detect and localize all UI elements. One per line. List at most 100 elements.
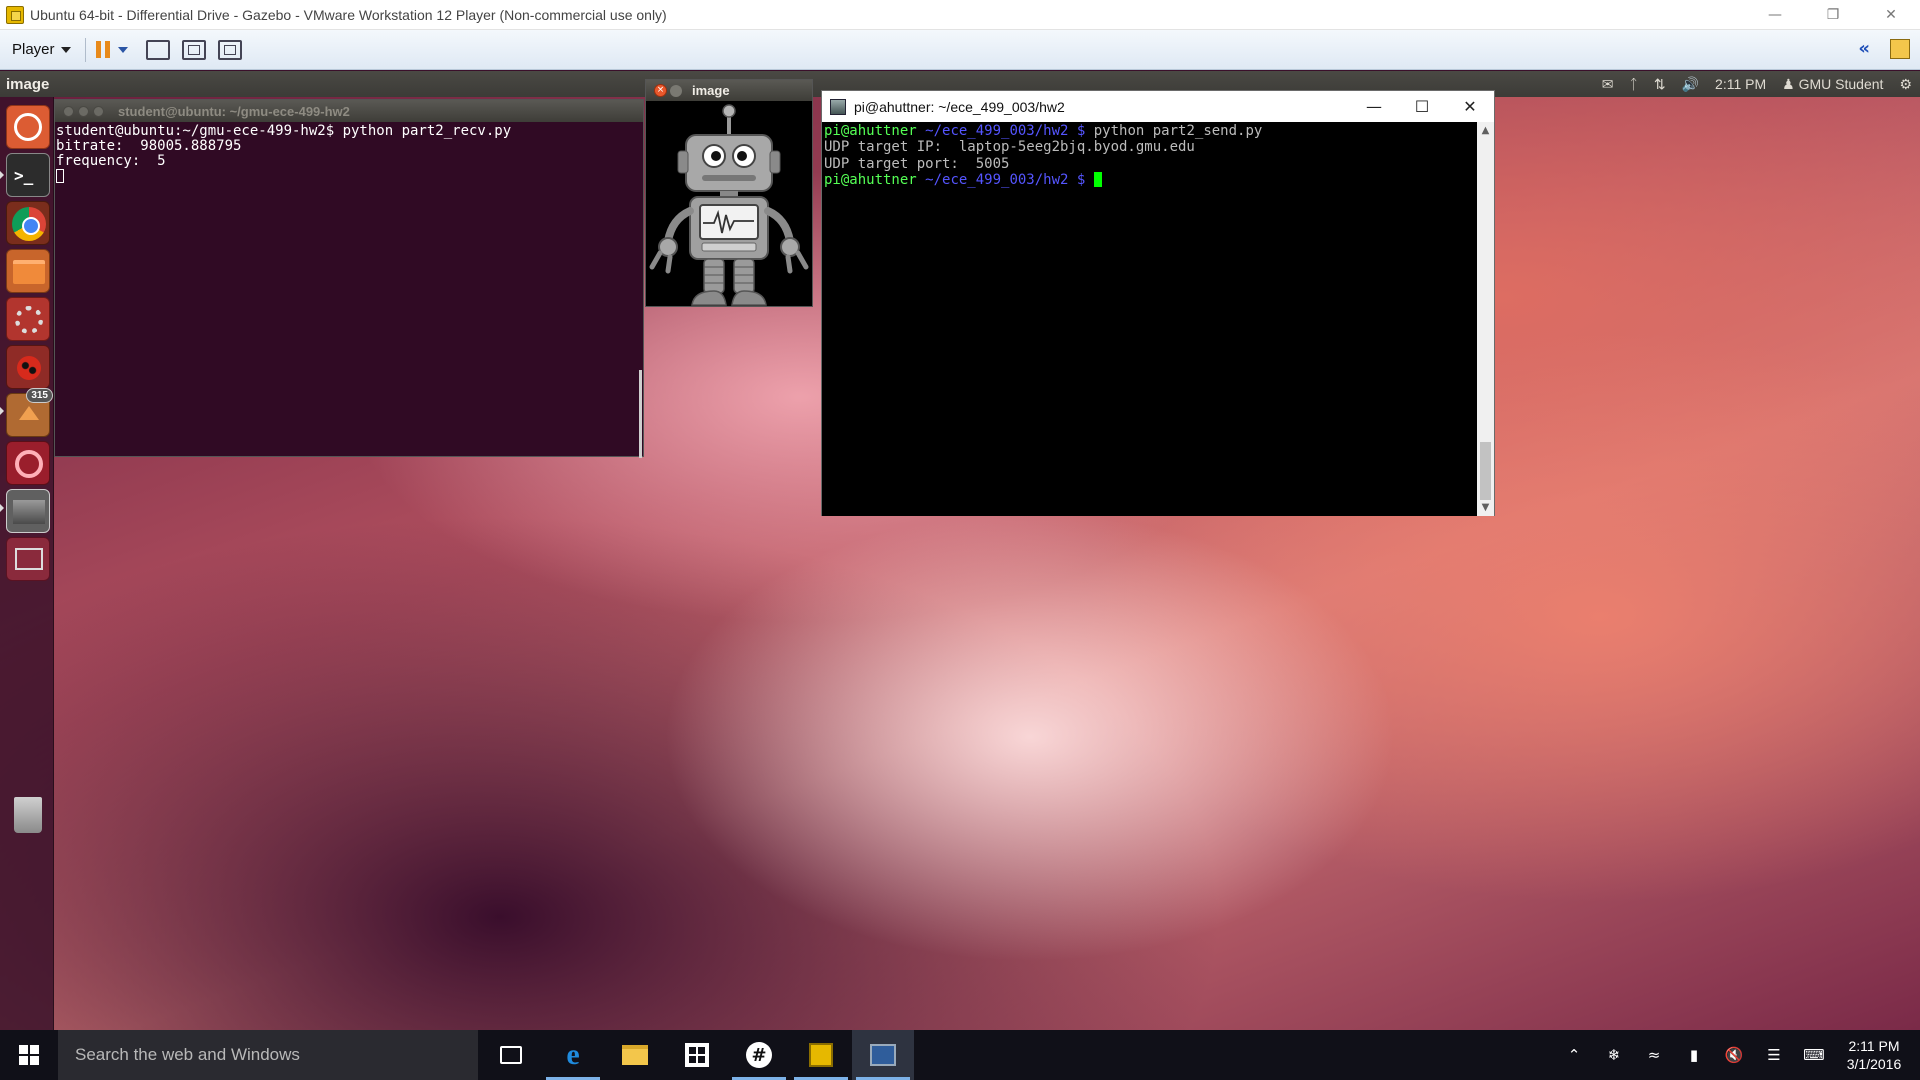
ladybug-icon <box>17 356 41 380</box>
player-menu[interactable]: Player <box>12 41 71 58</box>
maximize-icon[interactable] <box>93 105 104 117</box>
terminal-cursor <box>1093 171 1102 187</box>
close-button[interactable]: ✕ <box>1446 91 1494 122</box>
scroll-down-icon[interactable]: ▼ <box>1477 499 1494 516</box>
volume-muted-icon[interactable]: 🔇 <box>1714 1046 1754 1064</box>
bug-report-launcher[interactable] <box>6 345 50 389</box>
task-view-button[interactable] <box>480 1030 542 1080</box>
software-center-icon <box>15 450 43 478</box>
image-title-bar[interactable]: × image <box>646 80 812 101</box>
slack-taskbar-button[interactable]: # <box>728 1030 790 1080</box>
putty-window-controls: — ☐ ✕ <box>1350 91 1494 122</box>
windows-logo-icon <box>19 1045 39 1065</box>
running-indicator <box>0 504 4 512</box>
terminal-line: pi@ahuttner ~/ece_499_003/hw2 $ python p… <box>824 123 1476 139</box>
terminal-title-bar[interactable]: student@ubuntu: ~/gmu-ece-499-hw2 <box>55 100 643 122</box>
workspace-switcher[interactable] <box>6 537 50 581</box>
restore-button[interactable]: ❐ <box>1804 0 1862 30</box>
settings-launcher[interactable] <box>6 297 50 341</box>
minimize-button[interactable]: — <box>1746 0 1804 30</box>
toolbar-right-icons: « <box>1858 38 1910 59</box>
close-icon[interactable] <box>63 105 74 117</box>
volume-icon[interactable]: 🔊 <box>1682 76 1699 93</box>
system-gear-icon[interactable]: ⚙ <box>1899 76 1912 93</box>
software-updater-launcher[interactable]: 315 <box>6 388 53 437</box>
scroll-up-icon[interactable]: ▲ <box>1477 122 1494 139</box>
store-taskbar-button[interactable] <box>666 1030 728 1080</box>
folder-icon <box>13 260 45 284</box>
files-launcher[interactable] <box>6 249 50 293</box>
gazebo-launcher[interactable] <box>6 489 50 533</box>
software-center-launcher[interactable] <box>6 441 50 485</box>
updater-badge: 315 <box>26 388 53 403</box>
power-options-chevron-icon[interactable] <box>117 46 128 53</box>
putty-scrollbar[interactable]: ▲ ▼ <box>1477 122 1494 516</box>
toolbar-divider <box>84 37 86 62</box>
running-indicator <box>0 407 4 415</box>
trash-launcher[interactable] <box>6 793 50 837</box>
minimize-button[interactable]: — <box>1350 91 1398 122</box>
vmware-title-bar[interactable]: Ubuntu 64-bit - Differential Drive - Gaz… <box>0 0 1920 30</box>
mail-icon[interactable]: ✉ <box>1602 76 1614 93</box>
vmware-icon <box>809 1043 833 1067</box>
bluetooth-icon[interactable]: ᛏ <box>1629 76 1637 92</box>
start-button[interactable] <box>0 1030 58 1080</box>
maximize-button[interactable]: ☐ <box>1398 91 1446 122</box>
robot-image <box>646 101 812 306</box>
putty-terminal-output[interactable]: pi@ahuttner ~/ece_499_003/hw2 $ python p… <box>822 122 1478 516</box>
collapse-toolbar-icon[interactable]: « <box>1858 38 1870 59</box>
taskbar-search-box[interactable]: Search the web and Windows <box>58 1030 478 1080</box>
slack-tray-icon[interactable]: ❄ <box>1594 1046 1634 1064</box>
terminal-line: student@ubuntu:~/gmu-ece-499-hw2$ python… <box>56 123 512 139</box>
image-window[interactable]: × image <box>645 79 813 307</box>
show-hidden-icons-chevron-icon[interactable]: ⌃ <box>1554 1046 1594 1064</box>
chrome-icon <box>12 207 46 241</box>
dash-home-button[interactable] <box>6 105 50 149</box>
unity-mode-icon[interactable] <box>217 39 242 60</box>
vmware-taskbar-button[interactable] <box>790 1030 852 1080</box>
keyboard-icon[interactable]: ⌨ <box>1794 1046 1834 1064</box>
minimize-icon[interactable] <box>670 84 682 97</box>
network-icon[interactable]: ⇅ <box>1654 76 1666 93</box>
panel-indicators: ✉ ᛏ ⇅ 🔊 2:11 PM ♟ GMU Student ⚙ <box>1602 71 1912 97</box>
send-ctrl-alt-del-icon[interactable] <box>145 39 170 60</box>
image-canvas <box>646 101 812 306</box>
putty-icon <box>870 1044 896 1066</box>
windows-taskbar: Search the web and Windows e # ⌃ ❄ ≈ ▮ 🔇… <box>0 1030 1920 1080</box>
terminal-scrollbar[interactable] <box>639 370 642 458</box>
putty-taskbar-button[interactable] <box>852 1030 914 1080</box>
close-icon[interactable]: × <box>654 84 667 97</box>
running-indicator <box>0 171 4 179</box>
pause-icon[interactable] <box>95 41 110 58</box>
prompt-path: ~/ece_499_003/hw2 $ <box>925 171 1086 188</box>
wifi-icon[interactable]: ≈ <box>1634 1046 1674 1064</box>
chrome-launcher[interactable] <box>6 201 50 245</box>
vmware-window-title: Ubuntu 64-bit - Differential Drive - Gaz… <box>30 6 667 23</box>
putty-window[interactable]: pi@ahuttner: ~/ece_499_003/hw2 — ☐ ✕ pi@… <box>821 90 1495 516</box>
ubuntu-terminal-window[interactable]: student@ubuntu: ~/gmu-ece-499-hw2 studen… <box>54 99 644 458</box>
clock-date: 3/1/2016 <box>1846 1056 1902 1072</box>
putty-title-bar[interactable]: pi@ahuttner: ~/ece_499_003/hw2 — ☐ ✕ <box>822 91 1494 122</box>
prompt-path: ~/ece_499_003/hw2 $ <box>925 123 1086 139</box>
fullscreen-icon[interactable] <box>181 39 206 60</box>
search-placeholder: Search the web and Windows <box>75 1045 300 1064</box>
terminal-title: student@ubuntu: ~/gmu-ece-499-hw2 <box>118 103 350 119</box>
minimize-icon[interactable] <box>78 105 89 117</box>
close-button[interactable]: ✕ <box>1862 0 1920 30</box>
panel-clock[interactable]: 2:11 PM <box>1715 76 1766 92</box>
slack-icon: # <box>746 1042 772 1068</box>
action-center-icon[interactable]: ☰ <box>1754 1046 1794 1064</box>
prompt-user: pi@ahuttner <box>824 123 917 139</box>
scrollbar-thumb[interactable] <box>1480 442 1491 500</box>
terminal-output[interactable]: student@ubuntu:~/gmu-ece-499-hw2$ python… <box>55 122 643 187</box>
explorer-taskbar-button[interactable] <box>604 1030 666 1080</box>
battery-icon[interactable]: ▮ <box>1674 1046 1714 1064</box>
terminal-launcher[interactable]: >_ <box>6 153 50 197</box>
panel-user[interactable]: ♟ GMU Student <box>1782 76 1883 93</box>
edge-taskbar-button[interactable]: e <box>542 1030 604 1080</box>
putty-title: pi@ahuttner: ~/ece_499_003/hw2 <box>854 98 1065 115</box>
taskbar-clock[interactable]: 2:11 PM 3/1/2016 <box>1834 1037 1914 1073</box>
unity-launcher: >_ 315 <box>0 97 54 1030</box>
workspace-icon <box>15 548 43 570</box>
library-icon[interactable] <box>1890 38 1910 59</box>
